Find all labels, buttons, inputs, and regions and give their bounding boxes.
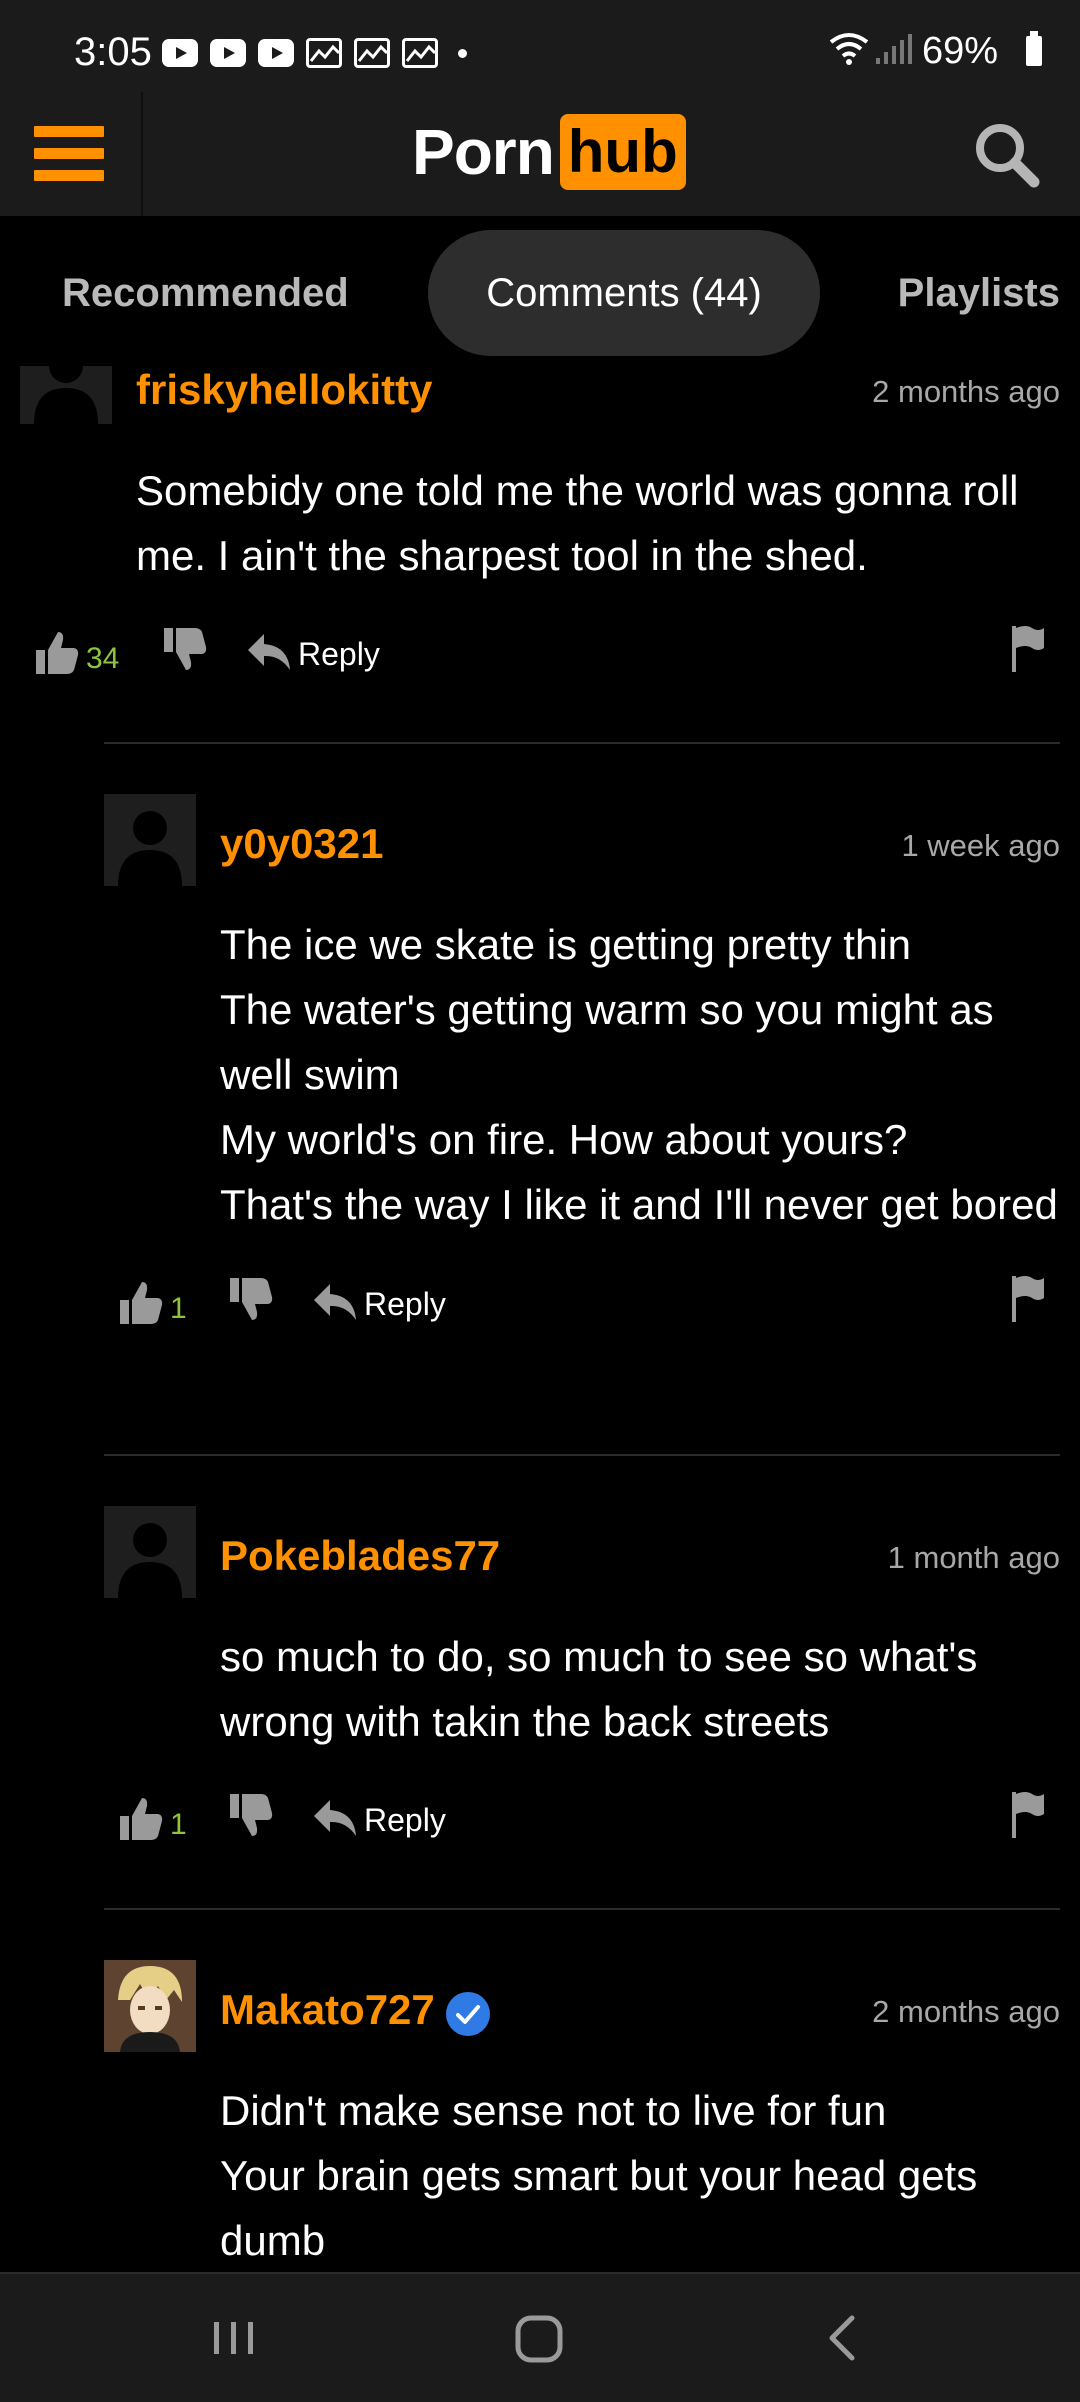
youtube-icon — [162, 39, 198, 67]
recent-apps-icon[interactable] — [210, 2308, 258, 2368]
header-divider — [141, 92, 143, 216]
avatar[interactable] — [104, 1960, 196, 2052]
flag-icon[interactable] — [1010, 1790, 1046, 1840]
status-time: 3:05 — [74, 30, 152, 74]
notification-icons — [162, 38, 467, 68]
logo-badge: hub — [559, 114, 686, 190]
more-notifications-dot — [458, 48, 467, 58]
comment-username[interactable]: Makato727 — [220, 1986, 435, 2034]
signal-icon — [876, 34, 912, 64]
flag-icon[interactable] — [1010, 1274, 1046, 1324]
youtube-icon — [210, 39, 246, 67]
reply-icon[interactable] — [312, 1798, 358, 1838]
comment-actions: 1 Reply — [118, 1792, 1060, 1854]
reply-icon[interactable] — [246, 632, 292, 672]
avatar[interactable] — [104, 1506, 196, 1598]
thumbs-down-icon[interactable] — [228, 1276, 274, 1324]
battery-percent: 69% — [922, 30, 999, 72]
gallery-icon — [306, 38, 342, 68]
comment-text: Didn't make sense not to live for fun Yo… — [220, 2087, 978, 2264]
hamburger-menu-icon[interactable] — [34, 126, 104, 182]
comment-username[interactable]: friskyhellokitty — [136, 366, 432, 414]
status-bar: 3:05 69% — [0, 0, 1080, 92]
home-icon[interactable] — [512, 2308, 568, 2368]
logo-text: Porn — [412, 116, 555, 188]
system-status: 69% — [820, 26, 1080, 72]
comment-time: 2 months ago — [872, 1994, 1060, 2029]
flag-icon[interactable] — [1010, 624, 1046, 674]
thumbs-down-icon[interactable] — [228, 1792, 274, 1840]
thumbs-up-icon[interactable] — [118, 1278, 164, 1326]
wifi-icon — [829, 33, 869, 65]
comment-divider — [104, 742, 1060, 744]
like-count: 1 — [170, 1808, 187, 1841]
thumbs-down-icon[interactable] — [162, 626, 208, 674]
comments-list: friskyhellokitty 2 months ago Somebidy o… — [0, 366, 1080, 2272]
comment-username[interactable]: y0y0321 — [220, 820, 384, 868]
verified-badge-icon — [446, 1992, 490, 2036]
back-icon[interactable] — [822, 2308, 862, 2368]
comment-text: The ice we skate is getting pretty thin … — [220, 921, 1058, 1228]
like-count: 34 — [86, 642, 120, 675]
thumbs-up-icon[interactable] — [118, 1794, 164, 1842]
comment-text: Somebidy one told me the world was gonna… — [136, 467, 1019, 579]
system-nav-bar — [0, 2272, 1080, 2402]
avatar[interactable] — [104, 794, 196, 886]
youtube-icon — [258, 39, 294, 67]
site-logo[interactable]: Porn hub — [412, 112, 686, 192]
comment-actions: 34 Reply — [34, 626, 1060, 688]
avatar[interactable] — [20, 366, 112, 424]
comment-divider — [104, 1908, 1060, 1910]
comment-time: 2 months ago — [872, 374, 1060, 409]
comment-time: 1 week ago — [901, 828, 1060, 863]
tab-comments[interactable]: Comments (44) — [428, 230, 820, 356]
tab-playlists[interactable]: Playlists — [840, 230, 1060, 356]
reply-button[interactable]: Reply — [364, 1286, 446, 1323]
reply-button[interactable]: Reply — [364, 1802, 446, 1839]
thumbs-up-icon[interactable] — [34, 628, 80, 676]
comment-actions: 1 Reply — [118, 1276, 1060, 1338]
app-header: Porn hub — [0, 92, 1080, 216]
reply-icon[interactable] — [312, 1282, 358, 1322]
search-icon[interactable] — [972, 120, 1042, 190]
comment-divider — [104, 1454, 1060, 1456]
gallery-icon — [354, 38, 390, 68]
tab-recommended[interactable]: Recommended — [62, 230, 412, 356]
comment-time: 1 month ago — [887, 1540, 1060, 1575]
battery-icon — [1026, 31, 1042, 66]
gallery-icon — [402, 38, 438, 68]
tab-bar: Recommended Comments (44) Playlists — [0, 216, 1080, 366]
reply-button[interactable]: Reply — [298, 636, 380, 673]
comment-text: so much to do, so much to see so what's … — [220, 1633, 978, 1745]
comment-username[interactable]: Pokeblades77 — [220, 1532, 500, 1580]
like-count: 1 — [170, 1292, 187, 1325]
